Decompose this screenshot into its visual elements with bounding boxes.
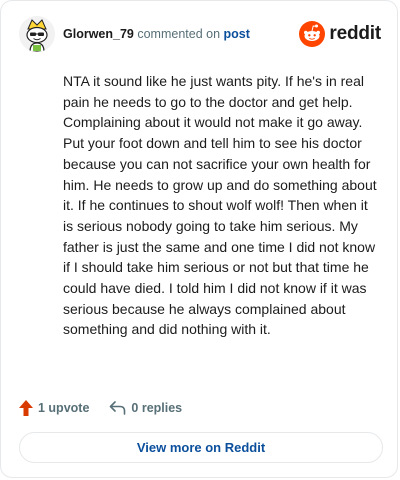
reply-arrow-icon: [110, 401, 126, 415]
reddit-logo[interactable]: reddit: [299, 19, 381, 49]
comment-header: Glorwen_79 commented on post reddit: [19, 16, 381, 54]
upvote-button[interactable]: 1 upvote: [19, 400, 89, 416]
commented-on-label: commented on: [137, 27, 221, 41]
reddit-logo-icon: [299, 21, 326, 47]
post-link[interactable]: post: [224, 27, 250, 41]
username-link[interactable]: Glorwen_79: [63, 27, 134, 41]
view-more-on-reddit-button[interactable]: View more on Reddit: [19, 432, 383, 463]
replies-button[interactable]: 0 replies: [109, 401, 182, 415]
comment-body: NTA it sound like he just wants pity. If…: [63, 73, 377, 338]
replies-count: 0 replies: [131, 401, 183, 415]
user-avatar[interactable]: [19, 16, 55, 52]
reddit-wordmark: reddit: [329, 23, 381, 44]
upvote-count: 1 upvote: [38, 401, 90, 415]
snoo-avatar-icon: [19, 16, 55, 52]
comment-meta: Glorwen_79 commented on post: [63, 27, 250, 42]
comment-embed-card: Glorwen_79 commented on post reddit NTA …: [0, 0, 398, 478]
upvote-arrow-icon: [19, 400, 33, 416]
comment-actions: 1 upvote 0 replies: [19, 398, 182, 418]
